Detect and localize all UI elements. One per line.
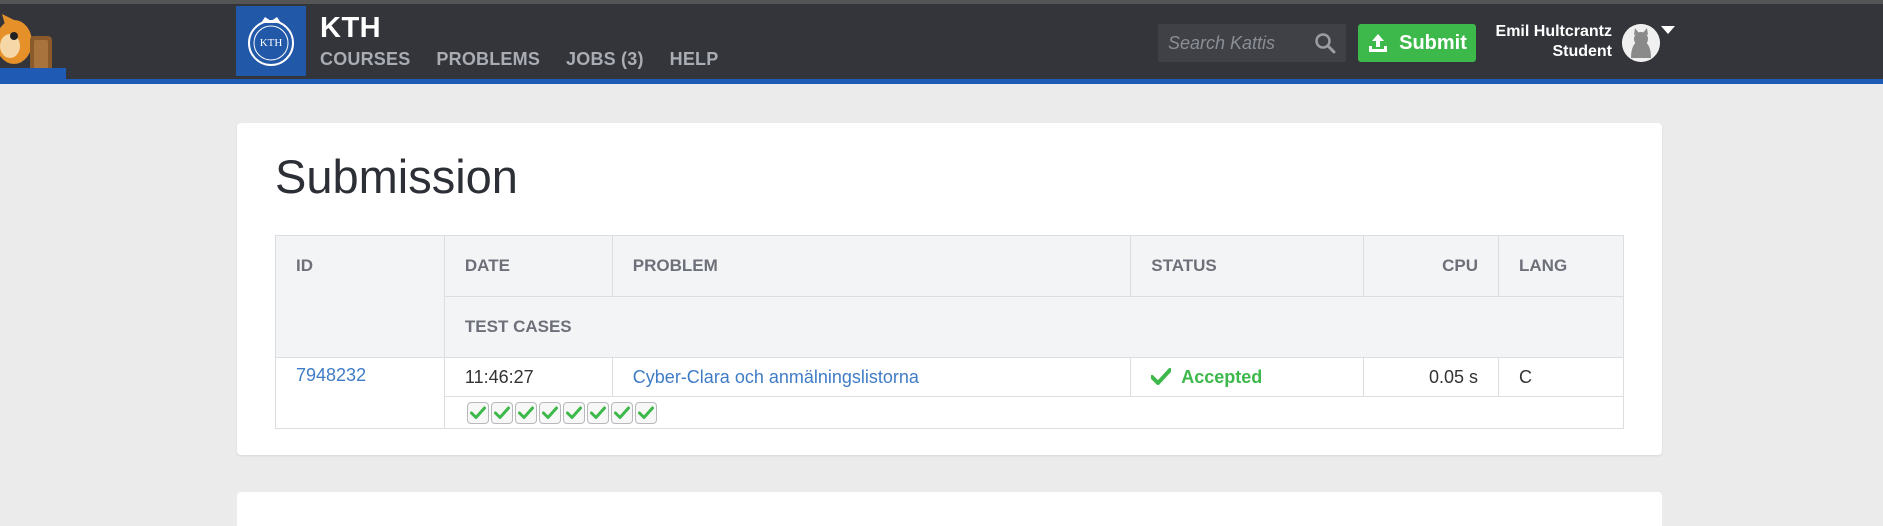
status-badge: Accepted (1151, 367, 1343, 388)
secondary-card (237, 492, 1662, 526)
test-case-passed-icon[interactable] (538, 401, 561, 424)
table-row: 7948232 11:46:27 Cyber-Clara och anmälni… (275, 357, 1624, 429)
submission-card: Submission ID DATE PROBLEM STATUS CPU LA… (237, 123, 1662, 455)
test-case-passed-icon[interactable] (586, 401, 609, 424)
cell-id: 7948232 (275, 357, 445, 429)
problem-link[interactable]: Cyber-Clara och anmälningslistorna (633, 367, 919, 387)
submit-button-label: Submit (1399, 31, 1467, 54)
cell-lang: C (1498, 357, 1624, 397)
cell-date: 11:46:27 (443, 357, 613, 397)
cell-status: Accepted (1130, 357, 1365, 397)
test-cases-row (276, 396, 1625, 429)
submit-button[interactable]: Submit (1358, 24, 1476, 62)
main-nav: COURSES PROBLEMS JOBS (3) HELP (320, 49, 718, 70)
nav-jobs[interactable]: JOBS (3) (566, 49, 644, 70)
submission-id-link[interactable]: 7948232 (296, 365, 366, 385)
nav-help[interactable]: HELP (670, 49, 719, 70)
kth-crest-icon: KTH (248, 17, 294, 66)
test-case-passed-icon[interactable] (466, 401, 489, 424)
header-cpu: CPU (1363, 235, 1500, 297)
test-case-passed-icon[interactable] (634, 401, 657, 424)
user-menu-caret-icon[interactable] (1661, 26, 1675, 34)
nav-courses[interactable]: COURSES (320, 49, 410, 70)
header-lang: LANG (1498, 235, 1624, 297)
brand-name[interactable]: KTH (320, 12, 381, 45)
kattis-mascot-icon[interactable] (0, 2, 66, 80)
test-case-passed-icon[interactable] (514, 401, 537, 424)
avatar[interactable] (1622, 24, 1660, 62)
header-test-cases: TEST CASES (443, 296, 1625, 358)
search-input[interactable] (1158, 32, 1308, 54)
user-role: Student (1552, 43, 1612, 60)
nav-problems[interactable]: PROBLEMS (436, 49, 540, 70)
header-status: STATUS (1130, 235, 1365, 297)
test-case-passed-icon[interactable] (490, 401, 513, 424)
user-info[interactable]: Emil Hultcrantz Student (1470, 22, 1612, 62)
svg-text:KTH: KTH (260, 37, 283, 49)
test-case-list (466, 401, 1603, 424)
cat-avatar-icon (1622, 24, 1660, 62)
table-header-row: ID DATE PROBLEM STATUS CPU LANG (275, 235, 1624, 358)
upload-icon (1369, 34, 1388, 52)
page-title: Submission (275, 150, 518, 203)
checkmark-icon (1151, 368, 1172, 385)
header-date: DATE (443, 235, 613, 297)
cell-test-cases (443, 396, 1625, 429)
header-id: ID (275, 235, 445, 358)
cell-problem: Cyber-Clara och anmälningslistorna (611, 357, 1132, 397)
test-case-passed-icon[interactable] (610, 401, 633, 424)
navbar-accent-stripe (0, 79, 1883, 84)
search-icon[interactable] (1314, 32, 1336, 54)
cell-cpu: 0.05 s (1363, 357, 1500, 397)
status-text: Accepted (1181, 366, 1263, 387)
header-problem: PROBLEM (611, 235, 1132, 297)
search-box (1158, 24, 1346, 62)
submission-table: ID DATE PROBLEM STATUS CPU LANG TEST CAS… (275, 235, 1625, 429)
kth-logo[interactable]: KTH (236, 6, 306, 76)
table-subheader-row: TEST CASES (276, 296, 1625, 358)
test-case-passed-icon[interactable] (562, 401, 585, 424)
user-name: Emil Hultcrantz (1495, 23, 1612, 40)
